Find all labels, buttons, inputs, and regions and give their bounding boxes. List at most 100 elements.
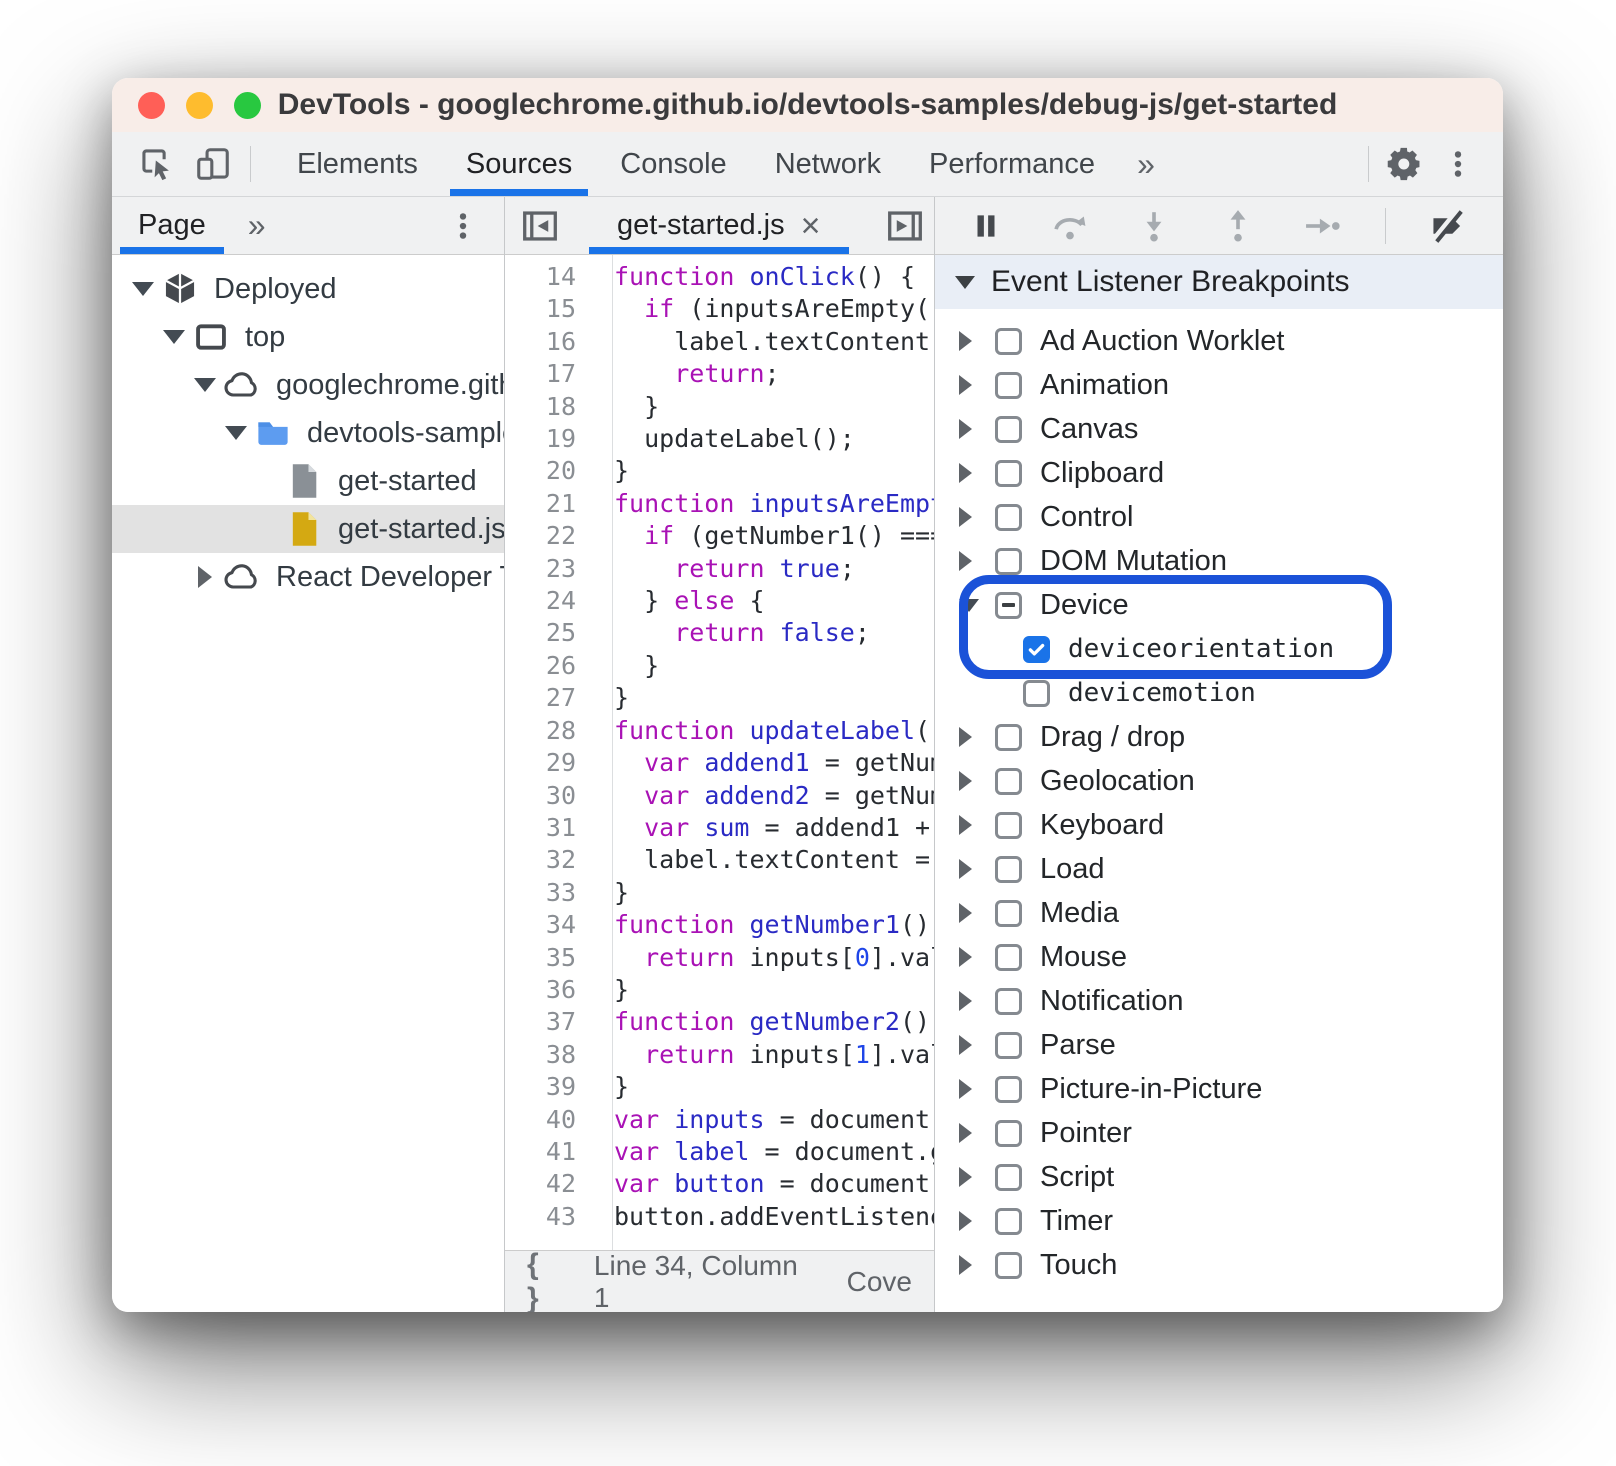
- line-number[interactable]: 30: [505, 780, 594, 812]
- breakpoint-row-parse[interactable]: Parse: [935, 1023, 1503, 1067]
- breakpoint-row-device[interactable]: Device: [935, 583, 1503, 627]
- checkbox-unchecked[interactable]: [995, 944, 1022, 971]
- line-number[interactable]: 42: [505, 1168, 594, 1200]
- device-toolbar-icon[interactable]: [192, 143, 234, 185]
- expander-right-icon[interactable]: [959, 331, 995, 351]
- line-number[interactable]: 29: [505, 747, 594, 779]
- breakpoint-row-geolocation[interactable]: Geolocation: [935, 759, 1503, 803]
- line-number[interactable]: 43: [505, 1201, 594, 1233]
- expander-right-icon[interactable]: [959, 1167, 995, 1187]
- line-number[interactable]: 24: [505, 585, 594, 617]
- expander-down-icon[interactable]: [126, 282, 160, 296]
- editor-tab-get-started-js[interactable]: get-started.js ×: [589, 197, 849, 254]
- deactivate-breakpoints-icon[interactable]: [1428, 205, 1470, 247]
- close-tab-icon[interactable]: ×: [801, 209, 821, 243]
- inspect-icon[interactable]: [136, 143, 178, 185]
- line-number[interactable]: 40: [505, 1104, 594, 1136]
- tab-network[interactable]: Network: [751, 132, 905, 196]
- more-navigator-tabs-chevron[interactable]: »: [230, 207, 284, 244]
- line-number[interactable]: 37: [505, 1006, 594, 1038]
- expander-right-icon[interactable]: [959, 1255, 995, 1275]
- breakpoint-row-script[interactable]: Script: [935, 1155, 1503, 1199]
- tree-item-react-developer-to[interactable]: React Developer To: [112, 553, 504, 601]
- checkbox-unchecked[interactable]: [995, 548, 1022, 575]
- checkbox-unchecked[interactable]: [995, 1120, 1022, 1147]
- tab-sources[interactable]: Sources: [442, 132, 596, 196]
- line-number[interactable]: 16: [505, 326, 594, 358]
- expander-right-icon[interactable]: [959, 375, 995, 395]
- section-event-listener-breakpoints[interactable]: Event Listener Breakpoints: [935, 255, 1503, 309]
- breakpoint-row-devicemotion[interactable]: devicemotion: [935, 671, 1503, 715]
- line-number[interactable]: 23: [505, 553, 594, 585]
- breakpoint-row-timer[interactable]: Timer: [935, 1199, 1503, 1243]
- expander-right-icon[interactable]: [959, 859, 995, 879]
- expander-right-icon[interactable]: [959, 815, 995, 835]
- expander-right-icon[interactable]: [188, 566, 222, 588]
- breakpoint-row-media[interactable]: Media: [935, 891, 1503, 935]
- tree-item-googlechrome-githu[interactable]: googlechrome.githu: [112, 361, 504, 409]
- checkbox-unchecked[interactable]: [995, 1164, 1022, 1191]
- expander-right-icon[interactable]: [959, 1079, 995, 1099]
- line-number[interactable]: 28: [505, 715, 594, 747]
- expander-right-icon[interactable]: [959, 947, 995, 967]
- step-into-icon[interactable]: [1133, 205, 1175, 247]
- checkbox-unchecked[interactable]: [995, 856, 1022, 883]
- breakpoint-row-picture-in-picture[interactable]: Picture-in-Picture: [935, 1067, 1503, 1111]
- breakpoint-row-dom-mutation[interactable]: DOM Mutation: [935, 539, 1503, 583]
- expander-right-icon[interactable]: [959, 551, 995, 571]
- checkbox-unchecked[interactable]: [995, 1208, 1022, 1235]
- code-editor[interactable]: 14function onClick() {15 if (inputsAreEm…: [505, 255, 934, 1250]
- line-number[interactable]: 26: [505, 650, 594, 682]
- line-number[interactable]: 34: [505, 909, 594, 941]
- breakpoint-row-notification[interactable]: Notification: [935, 979, 1503, 1023]
- expander-down-icon[interactable]: [157, 330, 191, 344]
- checkbox-unchecked[interactable]: [1023, 680, 1050, 707]
- expander-right-icon[interactable]: [959, 419, 995, 439]
- checkbox-unchecked[interactable]: [995, 812, 1022, 839]
- expander-right-icon[interactable]: [959, 991, 995, 1011]
- breakpoint-row-ad-auction-worklet[interactable]: Ad Auction Worklet: [935, 319, 1503, 363]
- line-number[interactable]: 21: [505, 488, 594, 520]
- line-number[interactable]: 20: [505, 455, 594, 487]
- line-number[interactable]: 35: [505, 942, 594, 974]
- breakpoint-row-control[interactable]: Control: [935, 495, 1503, 539]
- line-number[interactable]: 14: [505, 261, 594, 293]
- tree-item-devtools-samples[interactable]: devtools-samples: [112, 409, 504, 457]
- checkbox-unchecked[interactable]: [995, 504, 1022, 531]
- breakpoint-row-clipboard[interactable]: Clipboard: [935, 451, 1503, 495]
- checkbox-unchecked[interactable]: [995, 416, 1022, 443]
- line-number[interactable]: 22: [505, 520, 594, 552]
- line-number[interactable]: 41: [505, 1136, 594, 1168]
- expander-right-icon[interactable]: [959, 1211, 995, 1231]
- line-number[interactable]: 19: [505, 423, 594, 455]
- checkbox-unchecked[interactable]: [995, 768, 1022, 795]
- minimize-window-button[interactable]: [186, 92, 213, 119]
- line-number[interactable]: 36: [505, 974, 594, 1006]
- checkbox-unchecked[interactable]: [995, 900, 1022, 927]
- checkbox-checked[interactable]: [1023, 636, 1050, 663]
- panel-prev-icon[interactable]: [519, 205, 561, 247]
- expander-down-icon[interactable]: [219, 426, 253, 440]
- kebab-menu-icon[interactable]: [1437, 143, 1479, 185]
- panel-next-icon[interactable]: [884, 205, 926, 247]
- checkbox-unchecked[interactable]: [995, 328, 1022, 355]
- breakpoint-row-mouse[interactable]: Mouse: [935, 935, 1503, 979]
- checkbox-indeterminate[interactable]: [995, 592, 1022, 619]
- checkbox-unchecked[interactable]: [995, 460, 1022, 487]
- expander-right-icon[interactable]: [959, 1035, 995, 1055]
- expander-right-icon[interactable]: [959, 1123, 995, 1143]
- pause-icon[interactable]: [965, 205, 1007, 247]
- breakpoint-row-animation[interactable]: Animation: [935, 363, 1503, 407]
- breakpoint-row-keyboard[interactable]: Keyboard: [935, 803, 1503, 847]
- checkbox-unchecked[interactable]: [995, 372, 1022, 399]
- more-tabs-chevron[interactable]: »: [1119, 146, 1173, 183]
- line-number[interactable]: 25: [505, 617, 594, 649]
- line-number[interactable]: 39: [505, 1071, 594, 1103]
- close-window-button[interactable]: [138, 92, 165, 119]
- breakpoint-row-load[interactable]: Load: [935, 847, 1503, 891]
- step-icon[interactable]: [1301, 205, 1343, 247]
- line-number[interactable]: 18: [505, 391, 594, 423]
- checkbox-unchecked[interactable]: [995, 724, 1022, 751]
- breakpoint-row-deviceorientation[interactable]: deviceorientation: [935, 627, 1503, 671]
- checkbox-unchecked[interactable]: [995, 1252, 1022, 1279]
